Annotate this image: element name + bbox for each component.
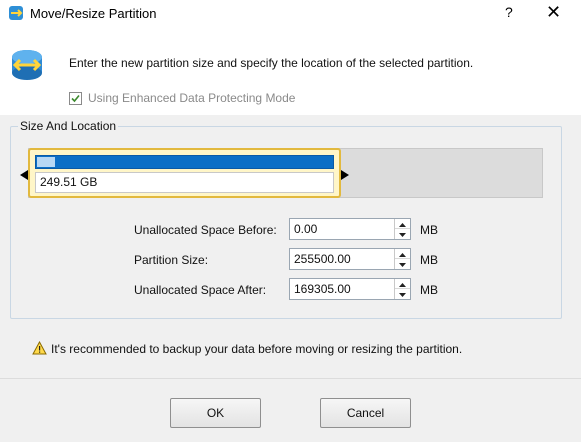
- spin-down-icon[interactable]: [395, 289, 410, 299]
- title-bar: Move/Resize Partition ? ✕: [0, 0, 581, 27]
- spin-down-icon[interactable]: [395, 229, 410, 239]
- partition-size-spinner[interactable]: [394, 249, 410, 269]
- unallocated-before-field[interactable]: [289, 218, 411, 240]
- unallocated-before-spinner[interactable]: [394, 219, 410, 239]
- partition-size-input[interactable]: [290, 249, 394, 269]
- partition-size-unit: MB: [420, 253, 438, 267]
- unallocated-after-unit: MB: [420, 283, 438, 297]
- enhanced-mode-label: Using Enhanced Data Protecting Mode: [88, 91, 296, 105]
- warning-text: It's recommended to backup your data bef…: [51, 342, 463, 356]
- partition-usage-bar: [35, 155, 334, 169]
- unallocated-before-label: Unallocated Space Before:: [134, 223, 277, 237]
- unallocated-after-spinner[interactable]: [394, 279, 410, 299]
- unallocated-after-input[interactable]: [290, 279, 394, 299]
- spin-up-icon[interactable]: [395, 279, 410, 289]
- partition-size-label: 249.51 GB: [35, 172, 334, 193]
- unallocated-after-field[interactable]: [289, 278, 411, 300]
- dialog-footer: [0, 378, 581, 442]
- move-resize-icon: [10, 47, 44, 83]
- help-button[interactable]: ?: [505, 4, 513, 20]
- cancel-button[interactable]: Cancel: [320, 398, 411, 428]
- partition-size-field[interactable]: [289, 248, 411, 270]
- partition-block[interactable]: 249.51 GB: [28, 148, 341, 198]
- partition-size-field-label: Partition Size:: [134, 253, 209, 267]
- spin-down-icon[interactable]: [395, 259, 410, 269]
- group-title: Size And Location: [18, 119, 119, 133]
- close-button[interactable]: ✕: [546, 2, 561, 23]
- instructions-text: Enter the new partition size and specify…: [69, 56, 474, 70]
- unallocated-before-input[interactable]: [290, 219, 394, 239]
- ok-button[interactable]: OK: [170, 398, 261, 428]
- app-icon: [8, 5, 24, 21]
- unallocated-before-unit: MB: [420, 223, 438, 237]
- spin-up-icon[interactable]: [395, 249, 410, 259]
- enhanced-mode-checkbox[interactable]: [69, 91, 82, 105]
- spin-up-icon[interactable]: [395, 219, 410, 229]
- partition-usage-fill: [37, 157, 55, 167]
- window-title: Move/Resize Partition: [30, 6, 157, 21]
- left-resize-handle[interactable]: [20, 169, 28, 180]
- unallocated-after-label: Unallocated Space After:: [134, 283, 267, 297]
- backup-warning: It's recommended to backup your data bef…: [32, 340, 463, 358]
- warning-icon: [32, 340, 47, 358]
- right-resize-handle[interactable]: [341, 169, 349, 180]
- header-area: Enter the new partition size and specify…: [0, 27, 581, 115]
- enhanced-mode-option[interactable]: Using Enhanced Data Protecting Mode: [69, 90, 295, 106]
